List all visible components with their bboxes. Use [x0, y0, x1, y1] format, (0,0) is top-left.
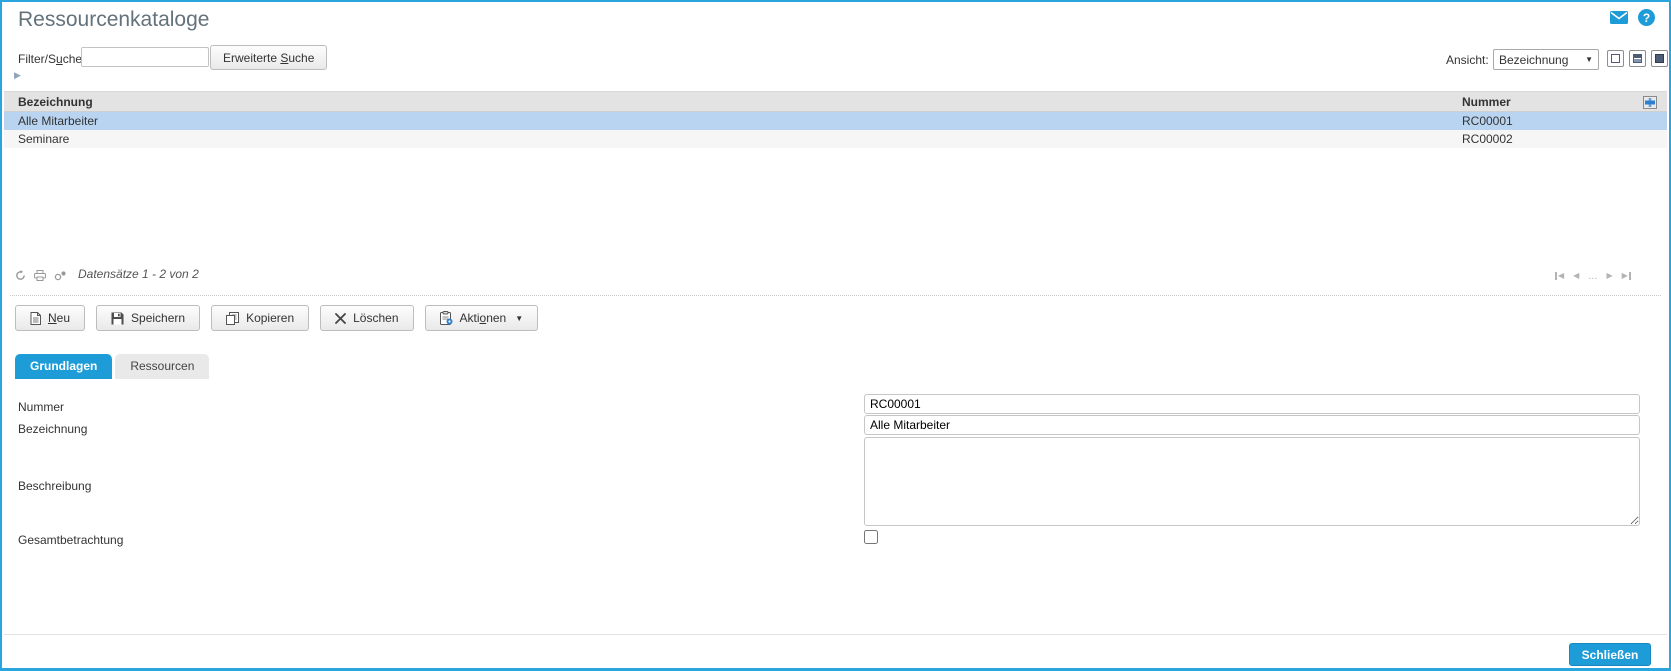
- close-button[interactable]: Schließen: [1569, 643, 1651, 666]
- ressourcenkataloge-window: Ressourcenkataloge ? Filter/Suche: Erwei…: [0, 0, 1671, 671]
- chevron-down-icon: ▼: [1585, 55, 1593, 64]
- footer-divider: [4, 634, 1667, 635]
- settings-gears-icon[interactable]: [54, 270, 67, 281]
- save-icon: [111, 312, 124, 325]
- dotted-divider: [10, 295, 1661, 296]
- cell-bezeichnung: Seminare: [18, 132, 70, 146]
- split-view-icon: [1633, 54, 1642, 63]
- beschreibung-label: Beschreibung: [18, 479, 92, 493]
- full-view-icon: [1655, 54, 1664, 63]
- cell-nummer: RC00001: [1462, 114, 1513, 128]
- document-icon: [30, 311, 41, 325]
- new-button-label: Neu: [48, 311, 71, 325]
- single-view-icon: [1611, 54, 1620, 63]
- delete-button-label: Löschen: [353, 311, 399, 325]
- advanced-search-button[interactable]: Erweiterte Suche: [210, 45, 328, 70]
- column-header-nummer[interactable]: Nummer: [1462, 92, 1511, 112]
- bezeichnung-label: Bezeichnung: [18, 422, 88, 436]
- tab-ressourcen[interactable]: Ressourcen: [115, 354, 210, 379]
- records-status: Datensätze 1 - 2 von 2: [78, 267, 199, 281]
- actions-button[interactable]: Aktionen ▼: [424, 305, 539, 331]
- filter-search-label: Filter/Suche:: [18, 52, 86, 66]
- pagination: ◀ ◀ ... ▶ ▶: [1555, 270, 1631, 282]
- column-header-bezeichnung[interactable]: Bezeichnung: [18, 92, 93, 112]
- save-button-label: Speichern: [131, 311, 186, 325]
- actions-button-label: Aktionen: [459, 311, 507, 325]
- nummer-field[interactable]: [864, 394, 1640, 414]
- view-single-button[interactable]: [1607, 50, 1624, 67]
- list-action-icons: [15, 270, 67, 281]
- pagination-last-button[interactable]: ▶: [1622, 271, 1631, 281]
- pagination-next-button[interactable]: ▶: [1606, 271, 1612, 281]
- view-split-button[interactable]: [1629, 50, 1646, 67]
- copy-button[interactable]: Kopieren: [211, 305, 310, 331]
- detail-tabs: Grundlagen Ressourcen: [15, 354, 210, 379]
- table-row[interactable]: Seminare RC00002: [4, 130, 1667, 148]
- gesamtbetrachtung-checkbox[interactable]: [864, 530, 878, 544]
- cell-bezeichnung: Alle Mitarbeiter: [18, 114, 99, 128]
- view-mode-value: Bezeichnung: [1499, 52, 1569, 67]
- pagination-ellipsis: ...: [1588, 270, 1598, 282]
- save-button[interactable]: Speichern: [96, 305, 201, 331]
- view-mode-select[interactable]: Bezeichnung ▼: [1493, 49, 1599, 70]
- chevron-down-icon: ▼: [515, 313, 524, 323]
- help-icon[interactable]: ?: [1638, 9, 1655, 26]
- new-button[interactable]: Neu: [15, 305, 86, 331]
- print-icon[interactable]: [34, 270, 46, 281]
- tab-grundlagen[interactable]: Grundlagen: [15, 354, 113, 379]
- refresh-icon[interactable]: [15, 270, 26, 281]
- page-title: Ressourcenkataloge: [18, 8, 210, 31]
- expander-toggle[interactable]: ▶: [14, 70, 21, 81]
- titlebar-icons: ?: [1610, 9, 1655, 26]
- copy-icon: [226, 311, 240, 325]
- cell-nummer: RC00002: [1462, 132, 1513, 146]
- copy-button-label: Kopieren: [246, 311, 295, 325]
- table-row[interactable]: Alle Mitarbeiter RC00001: [4, 112, 1667, 130]
- beschreibung-field[interactable]: [864, 437, 1640, 526]
- pagination-prev-button[interactable]: ◀: [1573, 271, 1579, 281]
- view-label: Ansicht:: [1446, 53, 1489, 67]
- x-icon: [335, 312, 347, 324]
- filter-search-input[interactable]: [81, 47, 209, 67]
- gesamtbetrachtung-label: Gesamtbetrachtung: [18, 533, 124, 547]
- pagination-first-button[interactable]: ◀: [1555, 271, 1564, 281]
- record-toolbar: Neu Speichern Kopieren Löschen Aktionen: [15, 305, 539, 331]
- bezeichnung-field[interactable]: [864, 415, 1640, 435]
- clipboard-gear-icon: [439, 311, 453, 325]
- mail-icon[interactable]: [1610, 11, 1628, 24]
- delete-button[interactable]: Löschen: [320, 305, 414, 331]
- help-glyph: ?: [1642, 10, 1651, 25]
- table-header-row: Bezeichnung Nummer: [4, 91, 1667, 112]
- view-full-button[interactable]: [1651, 50, 1668, 67]
- nummer-label: Nummer: [18, 400, 65, 414]
